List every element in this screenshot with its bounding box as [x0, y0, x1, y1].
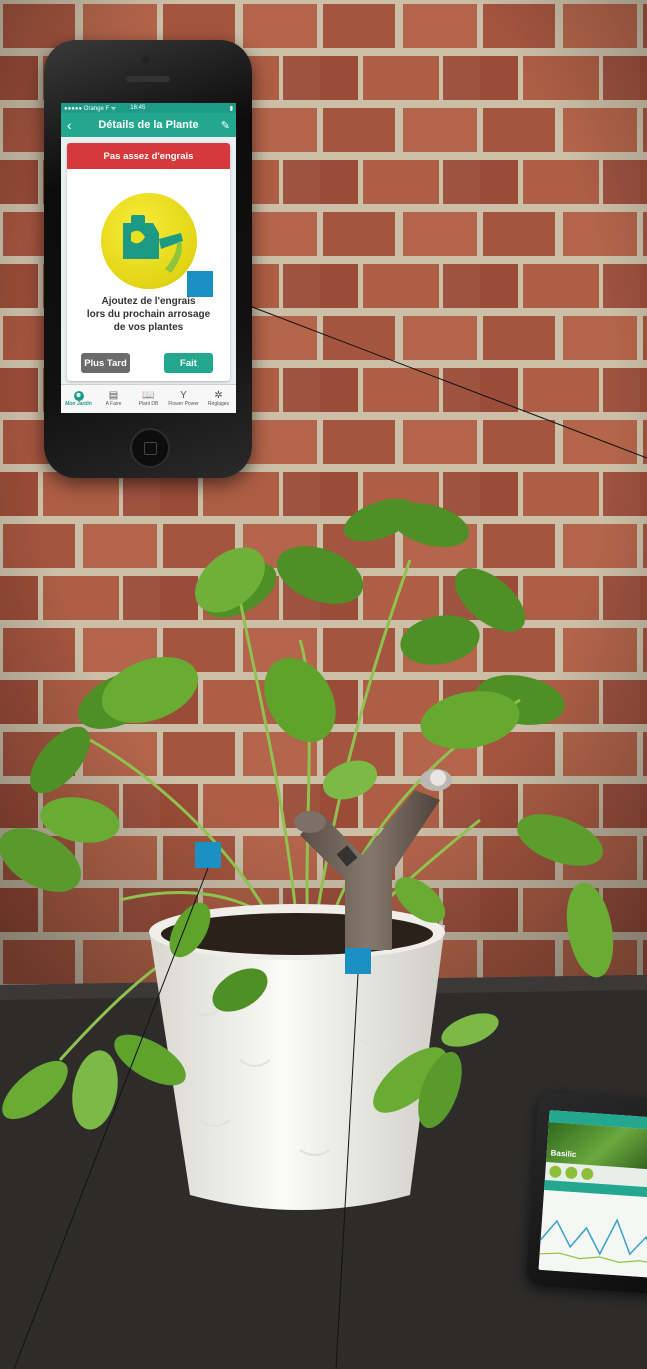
navigation-bar: ‹ Détails de la Plante ✎	[61, 113, 236, 137]
tab-plant-db[interactable]: 📖 Plant DB	[131, 385, 166, 413]
carrier-label: ●●●●● Orange F ᯤ	[64, 106, 117, 112]
tab-flower-power[interactable]: Y Flower Power	[166, 385, 201, 413]
front-camera	[142, 56, 150, 64]
app-screen: ●●●●● Orange F ᯤ 16:45 ▮ ‹ Détails de la…	[61, 103, 236, 413]
battery-icon: ▮	[229, 105, 233, 112]
status-bar: ●●●●● Orange F ᯤ 16:45 ▮	[61, 103, 236, 113]
fertilizer-can-icon	[101, 193, 197, 289]
sensor-chart-thumbnail	[538, 1189, 647, 1279]
tab-reglages[interactable]: ✲ Réglages	[201, 385, 236, 413]
sensor-icon: Y	[180, 390, 187, 401]
tab-bar: ☻ Mon Jardin ▤ A Faire 📖 Plant DB Y Flow…	[61, 384, 236, 413]
callout-marker-phone	[187, 271, 213, 297]
alert-card: Pas assez d'engrais Ajoutez de l'engrais…	[67, 143, 230, 381]
second-phone-screen: Basilic	[538, 1110, 647, 1279]
screen-title: Détails de la Plante	[98, 119, 199, 131]
clock: 16:45	[130, 105, 146, 111]
chevron-left-icon[interactable]: ‹	[67, 117, 81, 133]
garden-icon: ☻	[73, 390, 84, 401]
second-smartphone: Basilic	[525, 1091, 647, 1295]
tab-a-faire[interactable]: ▤ A Faire	[96, 385, 131, 413]
later-button[interactable]: Plus Tard	[81, 353, 130, 373]
earpiece	[126, 76, 170, 82]
book-icon: 📖	[142, 390, 155, 401]
callout-marker-sensor	[345, 948, 371, 974]
done-button[interactable]: Fait	[164, 353, 213, 373]
advice-text: Ajoutez de l'engrais lors du prochain ar…	[86, 296, 211, 333]
tab-mon-jardin[interactable]: ☻ Mon Jardin	[61, 385, 96, 413]
callout-marker-plant	[195, 842, 221, 868]
clipboard-icon: ▤	[108, 390, 119, 401]
home-button[interactable]	[130, 428, 170, 468]
smartphone: ●●●●● Orange F ᯤ 16:45 ▮ ‹ Détails de la…	[44, 40, 252, 478]
alert-banner: Pas assez d'engrais	[67, 143, 230, 169]
pencil-icon[interactable]: ✎	[216, 119, 230, 132]
product-photo: ●●●●● Orange F ᯤ 16:45 ▮ ‹ Détails de la…	[0, 0, 647, 1369]
gear-icon: ✲	[214, 390, 223, 401]
